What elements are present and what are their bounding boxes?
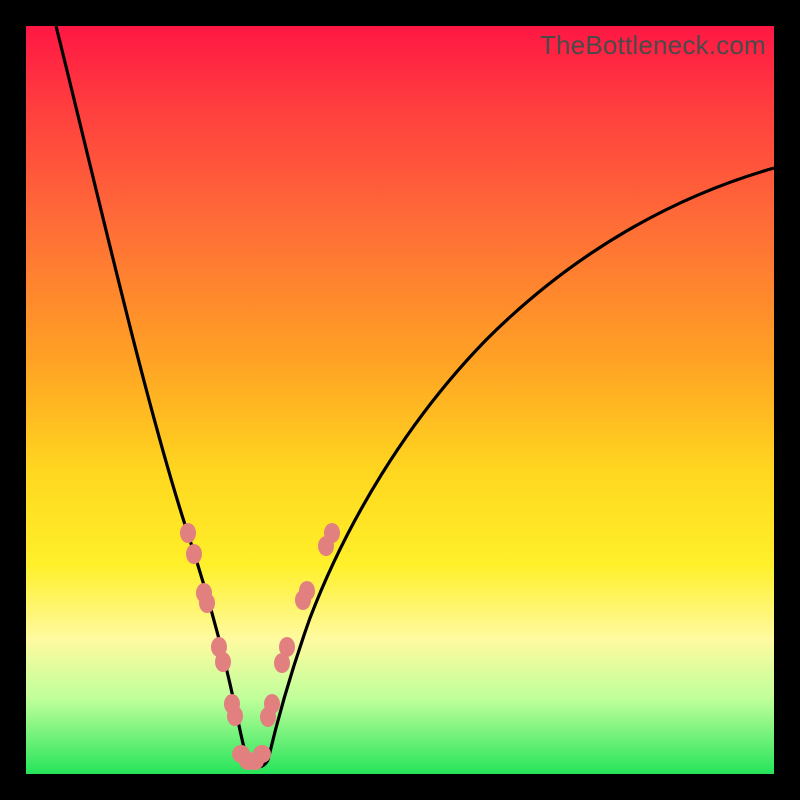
marker-bead	[279, 637, 295, 657]
chart-plot-area: TheBottleneck.com	[26, 26, 774, 774]
marker-bead	[227, 706, 243, 726]
marker-bead	[180, 523, 196, 543]
bottleneck-curve	[26, 26, 774, 774]
marker-bead	[253, 745, 271, 763]
curve-right-branch	[268, 168, 774, 760]
marker-bead	[299, 581, 315, 601]
marker-bead	[324, 523, 340, 543]
chart-frame: TheBottleneck.com	[0, 0, 800, 800]
marker-bead	[186, 544, 202, 564]
marker-bead	[199, 593, 215, 613]
marker-bead	[215, 652, 231, 672]
marker-bead	[264, 694, 280, 714]
